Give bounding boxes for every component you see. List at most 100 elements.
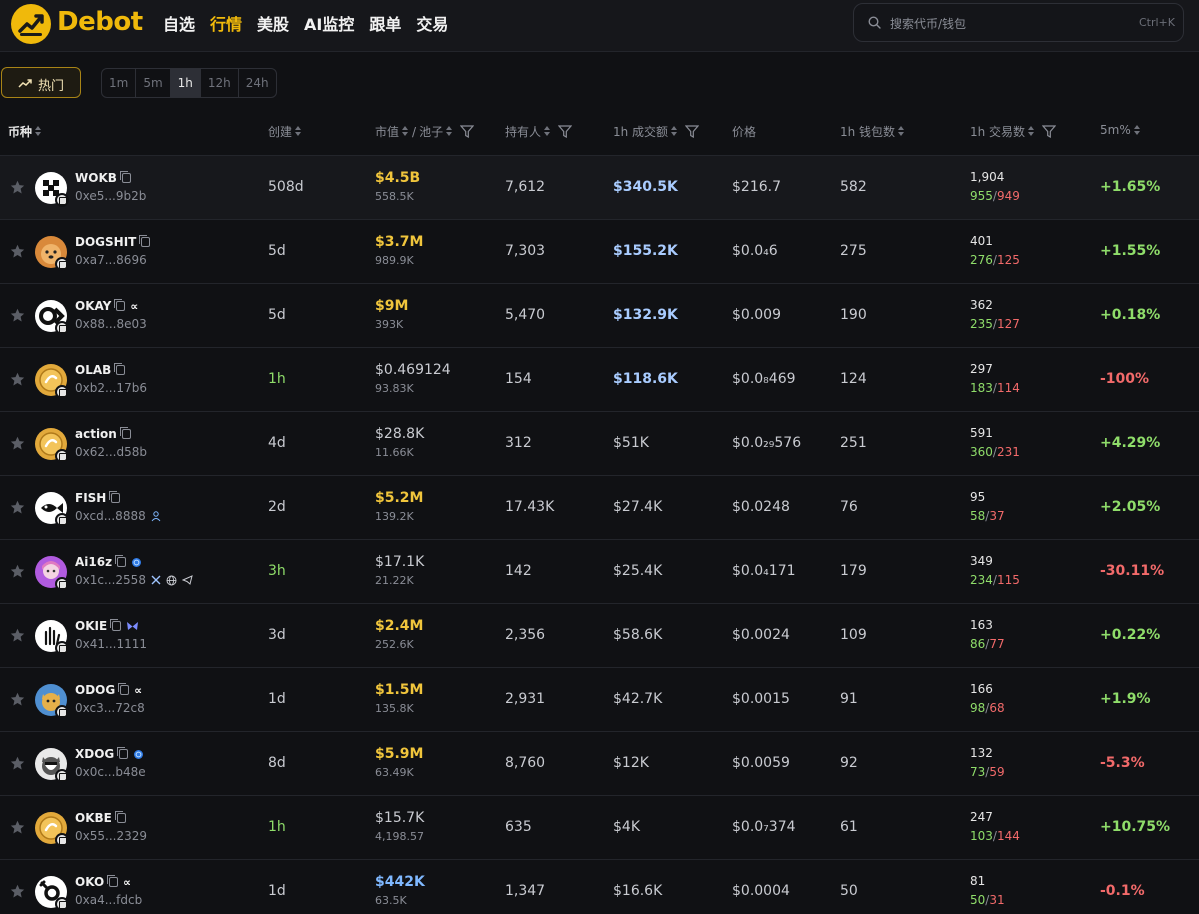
favorite-star-icon[interactable]	[9, 883, 26, 904]
copy-icon[interactable]	[107, 875, 119, 887]
column-token[interactable]: 币种	[8, 123, 42, 140]
table-row[interactable]: FISH 0xcd...8888 2d $5.2M 139.2K 17.43K $27.4K…	[0, 475, 1199, 539]
table-row[interactable]: OKBE 0x55...2329 1h $15.7K 4,198.57 635 $4K $0.…	[0, 795, 1199, 859]
token-address[interactable]: 0xcd...8888	[75, 509, 146, 523]
token-address[interactable]: 0xe5...9b2b	[75, 189, 146, 203]
filter-icon[interactable]	[685, 125, 700, 138]
token-address[interactable]: 0xa7...8696	[75, 253, 147, 267]
nav-us-stocks[interactable]: 美股	[257, 11, 289, 35]
token-symbol[interactable]: OKBE	[75, 811, 112, 825]
sort-icon[interactable]	[446, 126, 453, 137]
token-address[interactable]: 0x41...1111	[75, 637, 147, 651]
telegram-icon[interactable]	[181, 575, 193, 585]
sort-icon[interactable]	[1028, 126, 1035, 137]
table-row[interactable]: Ai16z 0x1c...2558 3h $17.1K 21.22K 142 $25.4K $…	[0, 539, 1199, 603]
favorite-star-icon[interactable]	[9, 691, 26, 712]
favorite-star-icon[interactable]	[9, 755, 26, 776]
token-symbol[interactable]: OKO	[75, 875, 104, 889]
copy-icon[interactable]	[119, 427, 131, 439]
copy-icon[interactable]	[115, 555, 127, 567]
token-address[interactable]: 0x55...2329	[75, 829, 147, 843]
copy-icon[interactable]	[118, 683, 130, 695]
nav-market[interactable]: 行情	[210, 11, 242, 35]
column-txns[interactable]: 1h 交易数	[970, 123, 1057, 140]
copy-icon[interactable]	[119, 171, 131, 183]
column-wallets[interactable]: 1h 钱包数	[840, 123, 905, 140]
table-row[interactable]: OLAB 0xb2...17b6 1h $0.469124 93.83K 154 $118.…	[0, 347, 1199, 411]
token-address[interactable]: 0x0c...b48e	[75, 765, 146, 779]
filter-icon[interactable]	[558, 125, 573, 138]
favorite-star-icon[interactable]	[9, 563, 26, 584]
favorite-star-icon[interactable]	[9, 819, 26, 840]
table-row[interactable]: WOKB 0xe5...9b2b 508d $4.5B 558.5K 7,612 $340.…	[0, 155, 1199, 219]
website-icon[interactable]	[166, 575, 177, 586]
token-address[interactable]: 0xc3...72c8	[75, 701, 145, 715]
token-symbol[interactable]: Ai16z	[75, 555, 112, 569]
token-symbol[interactable]: ODOG	[75, 683, 115, 697]
nav-watchlist[interactable]: 自选	[163, 11, 195, 35]
token-symbol[interactable]: FISH	[75, 491, 106, 505]
favorite-star-icon[interactable]	[9, 307, 26, 328]
table-row[interactable]: DOGSHIT 0xa7...8696 5d $3.7M 989.9K 7,303 $155…	[0, 219, 1199, 283]
token-address[interactable]: 0x62...d58b	[75, 445, 147, 459]
sort-icon[interactable]	[671, 126, 678, 137]
sort-icon[interactable]	[402, 126, 409, 137]
token-symbol[interactable]: OLAB	[75, 363, 111, 377]
token-address[interactable]: 0x1c...2558	[75, 573, 146, 587]
copy-icon[interactable]	[139, 235, 151, 247]
copy-icon[interactable]	[114, 363, 126, 375]
timeframe-1m[interactable]: 1m	[102, 69, 137, 97]
copy-icon[interactable]	[117, 747, 129, 759]
search-box[interactable]: 搜索代币/钱包 Ctrl+K	[853, 3, 1184, 42]
table-row[interactable]: ODOG ∝ 0xc3...72c8 1d $1.5M 135.8K 2,931 $42.7K…	[0, 667, 1199, 731]
token-address[interactable]: 0x88...8e03	[75, 317, 147, 331]
timeframe-24h[interactable]: 24h	[239, 69, 276, 97]
table-row[interactable]: OKO ∝ 0xa4...fdcb 1d $442K 63.5K 1,347 $16.6K $0…	[0, 859, 1199, 914]
column-created[interactable]: 创建	[268, 123, 302, 140]
brand-name[interactable]: Debot	[57, 7, 143, 37]
token-symbol[interactable]: XDOG	[75, 747, 114, 761]
favorite-star-icon[interactable]	[9, 499, 26, 520]
debot-logo-icon[interactable]	[11, 4, 51, 44]
token-symbol[interactable]: action	[75, 427, 117, 441]
copy-icon[interactable]	[114, 811, 126, 823]
token-symbol[interactable]: OKIE	[75, 619, 107, 633]
filter-icon[interactable]	[460, 125, 475, 138]
token-symbol[interactable]: WOKB	[75, 171, 117, 185]
timeframe-1h[interactable]: 1h	[170, 69, 201, 97]
timeframe-12h[interactable]: 12h	[201, 69, 239, 97]
copy-icon[interactable]	[114, 299, 126, 311]
column-volume[interactable]: 1h 成交额	[613, 123, 700, 140]
table-row[interactable]: OKIE 0x41...1111 3d $2.4M 252.6K 2,356 $58.6K $…	[0, 603, 1199, 667]
favorite-star-icon[interactable]	[9, 435, 26, 456]
favorite-star-icon[interactable]	[9, 243, 26, 264]
sort-icon[interactable]	[898, 126, 905, 137]
favorite-star-icon[interactable]	[9, 371, 26, 392]
column-change-5m[interactable]: 5m%	[1100, 123, 1141, 137]
hot-filter-button[interactable]: 热门	[1, 67, 81, 98]
filter-icon[interactable]	[1042, 125, 1057, 138]
copy-icon[interactable]	[110, 619, 122, 631]
token-symbol[interactable]: DOGSHIT	[75, 235, 136, 249]
column-market-cap[interactable]: 市值 / 池子	[375, 123, 475, 140]
favorite-star-icon[interactable]	[9, 627, 26, 648]
column-holders[interactable]: 持有人	[505, 123, 573, 140]
token-symbol[interactable]: OKAY	[75, 299, 111, 313]
sort-icon[interactable]	[35, 126, 42, 137]
sort-icon[interactable]	[295, 126, 302, 137]
twitter-icon[interactable]	[151, 575, 161, 585]
table-row[interactable]: XDOG 0x0c...b48e 8d $5.9M 63.49K 8,760 $12K $0.…	[0, 731, 1199, 795]
copy-icon[interactable]	[109, 491, 121, 503]
table-row[interactable]: action 0x62...d58b 4d $28.8K 11.66K 312 $51K $0…	[0, 411, 1199, 475]
nav-ai-monitor[interactable]: AI监控	[304, 11, 354, 35]
nav-trade[interactable]: 交易	[416, 11, 448, 35]
token-address[interactable]: 0xa4...fdcb	[75, 893, 142, 907]
sort-icon[interactable]	[1133, 124, 1141, 136]
favorite-star-icon[interactable]	[9, 179, 26, 200]
txns-1h: 401	[970, 234, 993, 248]
sort-icon[interactable]	[544, 126, 551, 137]
token-address[interactable]: 0xb2...17b6	[75, 381, 147, 395]
table-row[interactable]: OKAY ∝ 0x88...8e03 5d $9M 393K 5,470 $132.9K $0.…	[0, 283, 1199, 347]
nav-copy-trade[interactable]: 跟单	[369, 11, 401, 35]
timeframe-5m[interactable]: 5m	[136, 69, 171, 97]
